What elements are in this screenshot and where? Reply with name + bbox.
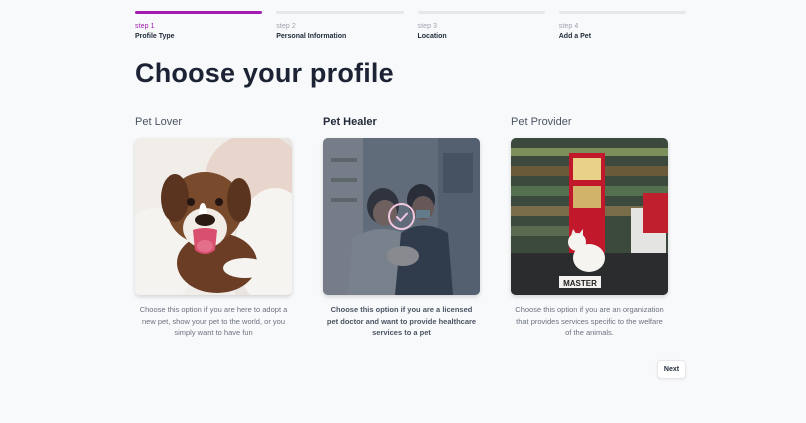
option-pet-healer[interactable]: Pet Healer Choose this option if you are…: [323, 116, 480, 339]
step-personal-information[interactable]: step 2 Personal Information: [276, 11, 404, 40]
option-pet-provider[interactable]: Pet Provider MASTER Choose this option i…: [511, 116, 668, 339]
option-title: Pet Healer: [323, 116, 377, 128]
profile-type-page: step 1 Profile Type step 2 Personal Info…: [0, 0, 806, 423]
check-circle-icon: [388, 203, 415, 230]
step-label: Profile Type: [135, 33, 175, 40]
step-location[interactable]: step 3 Location: [417, 11, 545, 40]
next-button[interactable]: Next: [657, 360, 686, 379]
step-number: step 2: [276, 23, 296, 30]
step-progress-bar: [135, 11, 263, 14]
step-progress-bar: [558, 11, 686, 14]
pet-healer-image[interactable]: [323, 138, 480, 295]
step-number: step 4: [558, 23, 579, 30]
step-number: step 3: [417, 23, 438, 30]
pet-provider-image[interactable]: MASTER: [511, 138, 668, 295]
option-title: Pet Lover: [135, 116, 183, 128]
option-pet-lover[interactable]: Pet Lover Choose this option if you are …: [135, 116, 292, 339]
step-label: Add a Pet: [558, 33, 592, 40]
step-progress-bar: [276, 11, 404, 14]
profile-options: Pet Lover Choose this option if you are …: [135, 116, 668, 339]
option-description: Choose this option if you are here to ad…: [139, 305, 288, 337]
pet-lover-image[interactable]: [135, 138, 292, 295]
step-add-a-pet[interactable]: step 4 Add a Pet: [558, 11, 686, 40]
option-description: Choose this option if you are an organiz…: [515, 305, 664, 337]
stepper: step 1 Profile Type step 2 Personal Info…: [135, 11, 686, 40]
option-title: Pet Provider: [511, 116, 572, 128]
page-title: Choose your profile: [135, 58, 394, 88]
step-progress-bar: [417, 11, 545, 14]
step-label: Personal Information: [276, 33, 347, 40]
option-description: Choose this option if you are a licensed…: [326, 305, 477, 337]
step-profile-type[interactable]: step 1 Profile Type: [135, 11, 263, 40]
step-number: step 1: [135, 23, 155, 30]
shop-sign-text: MASTER: [563, 279, 597, 288]
step-label: Location: [417, 33, 447, 40]
